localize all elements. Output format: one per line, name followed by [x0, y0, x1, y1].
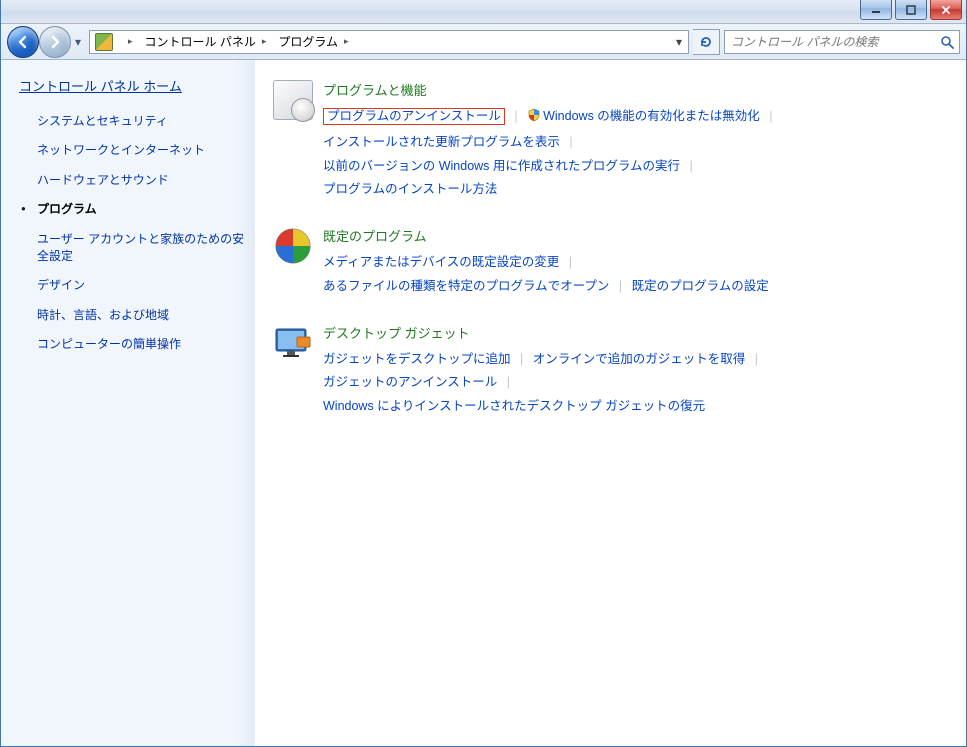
sidebar-item-network-internet[interactable]: ネットワークとインターネット [37, 142, 247, 159]
search-icon[interactable] [939, 34, 955, 50]
search-input[interactable] [729, 34, 939, 50]
window-controls [860, 0, 962, 20]
minimize-button[interactable] [860, 0, 892, 20]
content-area: プログラムと機能 プログラムのアンインストール | Windows の機能の有効… [255, 60, 966, 746]
default-programs-icon [273, 226, 313, 266]
close-button[interactable] [930, 0, 962, 20]
link-restore-windows-gadgets[interactable]: Windows によりインストールされたデスクトップ ガジェットの復元 [323, 399, 705, 413]
section-heading[interactable]: 既定のプログラム [323, 226, 769, 245]
window-body: コントロール パネル ホーム システムとセキュリティ ネットワークとインターネッ… [1, 60, 966, 746]
breadcrumb-level2[interactable]: プログラム▸ [272, 31, 354, 53]
section-default-programs: 既定のプログラム メディアまたはデバイスの既定設定の変更 | あるファイルの種類… [273, 226, 946, 299]
breadcrumb-level2-label: プログラム [278, 33, 338, 50]
sidebar-item-hardware-sound[interactable]: ハードウェアとサウンド [37, 172, 247, 189]
link-set-default-programs[interactable]: 既定のプログラムの設定 [632, 279, 769, 293]
desktop-gadgets-icon [273, 323, 313, 363]
forward-button[interactable] [39, 26, 71, 58]
sidebar-item-ease-of-access[interactable]: コンピューターの簡単操作 [37, 336, 247, 353]
back-button[interactable] [7, 26, 39, 58]
link-windows-features[interactable]: Windows の機能の有効化または無効化 [543, 109, 760, 123]
sidebar-item-clock-language-region[interactable]: 時計、言語、および地域 [37, 307, 247, 324]
sidebar-item-user-accounts[interactable]: ユーザー アカウントと家族のための安全設定 [37, 231, 247, 266]
breadcrumb-level1[interactable]: コントロール パネル▸ [139, 31, 273, 53]
sidebar-category-list: システムとセキュリティ ネットワークとインターネット ハードウェアとサウンド プ… [19, 113, 247, 354]
sidebar: コントロール パネル ホーム システムとセキュリティ ネットワークとインターネッ… [1, 60, 255, 746]
link-open-filetype-with-program[interactable]: あるファイルの種類を特定のプログラムでオープン [323, 279, 609, 293]
breadcrumb-level1-label: コントロール パネル [145, 33, 256, 50]
link-uninstall-program[interactable]: プログラムのアンインストール [323, 108, 505, 125]
link-view-installed-updates[interactable]: インストールされた更新プログラムを表示 [323, 135, 560, 149]
link-uninstall-gadget[interactable]: ガジェットのアンインストール [323, 375, 497, 389]
uac-shield-icon [527, 107, 541, 131]
link-run-programs-previous-windows[interactable]: 以前のバージョンの Windows 用に作成されたプログラムの実行 [323, 159, 680, 173]
nav-buttons: ▾ [7, 26, 85, 58]
window-titlebar [1, 0, 966, 24]
control-panel-icon [95, 33, 113, 51]
search-box[interactable] [724, 30, 960, 54]
sidebar-item-system-security[interactable]: システムとセキュリティ [37, 113, 247, 130]
breadcrumb-root[interactable]: ▸ [116, 31, 139, 53]
programs-features-icon [273, 80, 313, 120]
address-dropdown[interactable]: ▾ [669, 31, 688, 53]
section-heading[interactable]: デスクトップ ガジェット [323, 323, 764, 342]
maximize-button[interactable] [895, 0, 927, 20]
section-desktop-gadgets: デスクトップ ガジェット ガジェットをデスクトップに追加 | オンラインで追加の… [273, 323, 946, 419]
control-panel-home-link[interactable]: コントロール パネル ホーム [19, 76, 182, 95]
link-get-more-gadgets-online[interactable]: オンラインで追加のガジェットを取得 [533, 352, 746, 366]
link-how-to-install[interactable]: プログラムのインストール方法 [323, 182, 497, 196]
address-bar[interactable]: ▸ コントロール パネル▸ プログラム▸ ▾ [89, 30, 689, 54]
sidebar-item-programs[interactable]: プログラム [37, 201, 247, 218]
section-programs-features: プログラムと機能 プログラムのアンインストール | Windows の機能の有効… [273, 80, 946, 202]
link-add-gadget[interactable]: ガジェットをデスクトップに追加 [323, 352, 511, 366]
sidebar-item-appearance[interactable]: デザイン [37, 277, 247, 294]
section-heading[interactable]: プログラムと機能 [323, 80, 779, 99]
link-change-autoplay[interactable]: メディアまたはデバイスの既定設定の変更 [323, 255, 559, 269]
nav-toolbar: ▾ ▸ コントロール パネル▸ プログラム▸ ▾ [1, 24, 966, 60]
nav-history-dropdown[interactable]: ▾ [71, 32, 85, 52]
refresh-button[interactable] [693, 29, 720, 55]
